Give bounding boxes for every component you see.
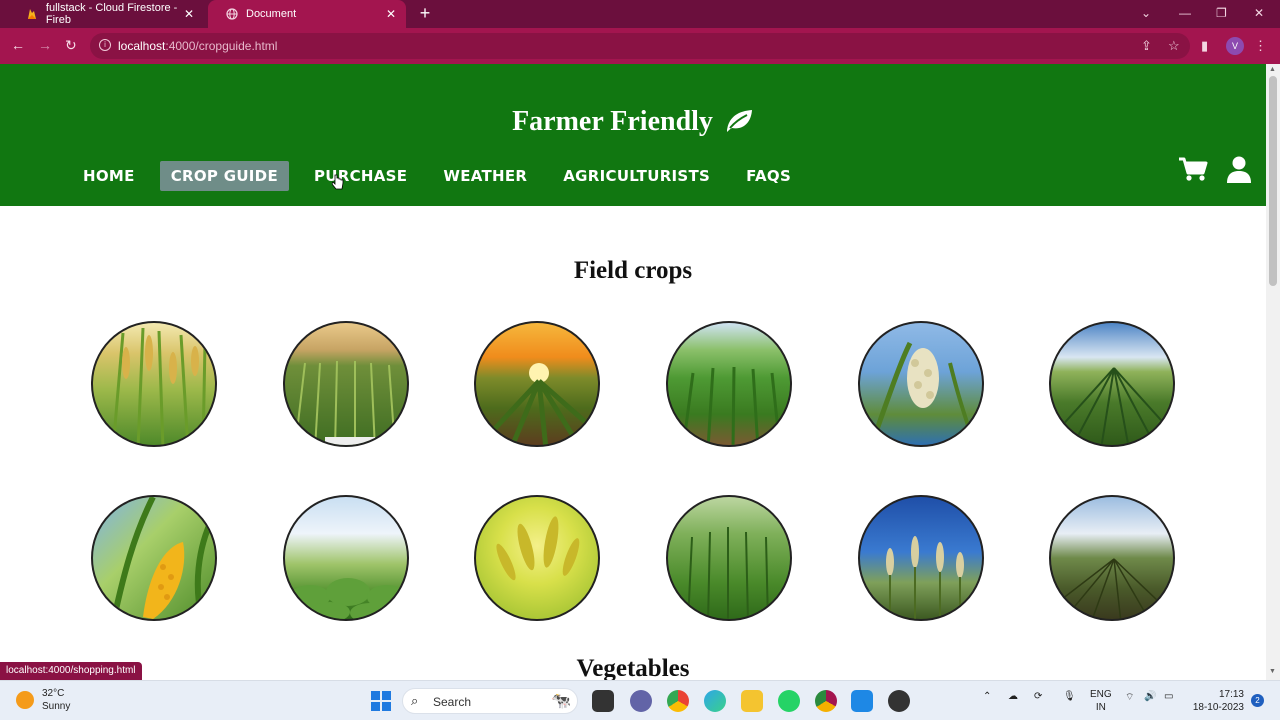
search-icon: ⌕ [411,693,419,708]
close-icon[interactable]: ✕ [386,7,396,21]
minimize-button[interactable]: — [1179,6,1191,20]
cart-icon[interactable] [1178,156,1208,187]
hand-cursor-icon [331,174,344,195]
close-icon[interactable]: ✕ [184,7,194,21]
edge-icon[interactable] [704,690,726,712]
taskbar-search[interactable]: ⌕ Search 🐄 [402,688,578,714]
reload-button[interactable]: ↻ [65,37,77,54]
nav-weather[interactable]: WEATHER [432,161,538,191]
section-title-vegetables: Vegetables [576,655,690,680]
info-icon[interactable]: i [99,39,111,51]
windows-taskbar: 32°C Sunny ⌕ Search 🐄 ⌃ ☁ ⟳ 🎙 ENG IN ⌔ 🔊… [0,680,1280,720]
crop-image-maize-field[interactable] [283,321,409,447]
weather-desc: Sunny [42,701,71,712]
section-title-field-crops: Field crops [573,257,693,284]
crop-image-corn-rows[interactable] [666,321,792,447]
browser-toolbar: ← → ↻ i localhost:4000/cropguide.html ⇪ … [0,28,1280,64]
onedrive-icon[interactable]: ☁ [1008,691,1018,702]
cow-icon: 🐄 [551,693,571,710]
site-header: Farmer Friendly HOME CROP GUIDE PURCHASE… [0,64,1266,206]
nav-faqs[interactable]: FAQS [735,161,802,191]
crop-image-millet[interactable] [858,495,984,621]
clock-time: 17:13 [1218,689,1244,700]
tab-title: fullstack - Cloud Firestore - Fireb [45,2,178,26]
side-panel-icon[interactable]: ▮ [1201,38,1208,54]
nav-crop-guide[interactable]: CROP GUIDE [159,161,289,191]
sun-icon [16,691,34,709]
page-scrollbar[interactable]: ▲ ▼ [1266,64,1280,680]
url-text: localhost:4000/cropguide.html [118,39,278,53]
chrome-icon[interactable] [667,690,689,712]
share-icon[interactable]: ⇪ [1141,38,1152,54]
crop-image-sorghum[interactable] [858,321,984,447]
teams-icon[interactable] [630,690,652,712]
page-viewport: Farmer Friendly HOME CROP GUIDE PURCHASE… [0,64,1266,680]
menu-kebab-icon[interactable]: ⋮ [1254,38,1267,54]
firebase-icon [26,8,38,20]
profile-avatar[interactable]: V [1226,37,1244,55]
volume-icon[interactable]: 🔊 [1144,691,1156,702]
windows-start-icon[interactable] [371,691,391,716]
scroll-thumb[interactable] [1269,76,1277,286]
clock-date: 18-10-2023 [1192,702,1244,713]
notification-badge[interactable]: 2 [1251,694,1264,707]
forward-button[interactable]: → [38,37,52,53]
browser-tab-strip: fullstack - Cloud Firestore - Fireb ✕ Do… [0,0,1280,28]
battery-icon[interactable]: ▭ [1164,691,1173,702]
maximize-button[interactable]: ❐ [1216,6,1227,20]
taskbar-search-label: Search [433,695,472,709]
scroll-down-icon[interactable]: ▼ [1269,668,1276,675]
scroll-up-icon[interactable]: ▲ [1269,66,1276,73]
close-window-button[interactable]: ✕ [1254,6,1264,20]
whatsapp-icon[interactable] [778,690,800,712]
site-brand: Farmer Friendly [0,106,1266,141]
nav-home[interactable]: HOME [72,161,146,191]
tab-title: Document [246,8,297,20]
tab-firestore[interactable]: fullstack - Cloud Firestore - Fireb ✕ [8,0,204,28]
weather-temp: 32°C [42,688,65,699]
microphone-icon[interactable]: 🎙 [1063,691,1076,702]
new-tab-button[interactable]: + [416,4,434,22]
bookmark-star-icon[interactable]: ☆ [1168,38,1180,54]
back-button[interactable]: ← [11,37,25,53]
show-hidden-icons[interactable]: ⌃ [983,691,991,702]
crop-image-wheat-green[interactable] [666,495,792,621]
user-icon[interactable] [1227,156,1251,188]
language-indicator[interactable]: ENG IN [1090,688,1112,714]
crop-image-corn-cob[interactable] [91,495,217,621]
task-view-icon[interactable] [592,690,614,712]
crop-image-plowed-field[interactable] [1049,495,1175,621]
file-explorer-icon[interactable] [741,690,763,712]
chrome-profile-icon[interactable] [815,690,837,712]
crop-image-wide-field[interactable] [1049,321,1175,447]
nav-agriculturists[interactable]: AGRICULTURISTS [552,161,721,191]
crop-image-rice[interactable] [91,321,217,447]
link-status-bubble: localhost:4000/shopping.html [0,662,142,680]
tab-search-icon[interactable]: ⌄ [1141,6,1151,20]
tab-document[interactable]: Document ✕ [208,0,406,28]
crop-image-sunset-rows[interactable] [474,321,600,447]
globe-icon [226,8,238,20]
crop-image-wheat-gold[interactable] [474,495,600,621]
weather-widget[interactable]: 32°C Sunny [16,687,70,713]
crop-image-tobacco[interactable] [283,495,409,621]
system-clock[interactable]: 17:13 18-10-2023 [1192,688,1244,714]
address-bar[interactable]: i localhost:4000/cropguide.html [90,33,1190,59]
github-desktop-icon[interactable] [888,690,910,712]
vscode-icon[interactable] [851,690,873,712]
leaf-icon [724,107,754,141]
wifi-icon[interactable]: ⌔ [1125,691,1134,704]
nav-purchase[interactable]: PURCHASE [303,161,418,191]
sync-icon[interactable]: ⟳ [1034,691,1042,702]
main-nav: HOME CROP GUIDE PURCHASE WEATHER AGRICUL… [72,161,816,193]
brand-title: Farmer Friendly [512,106,713,137]
